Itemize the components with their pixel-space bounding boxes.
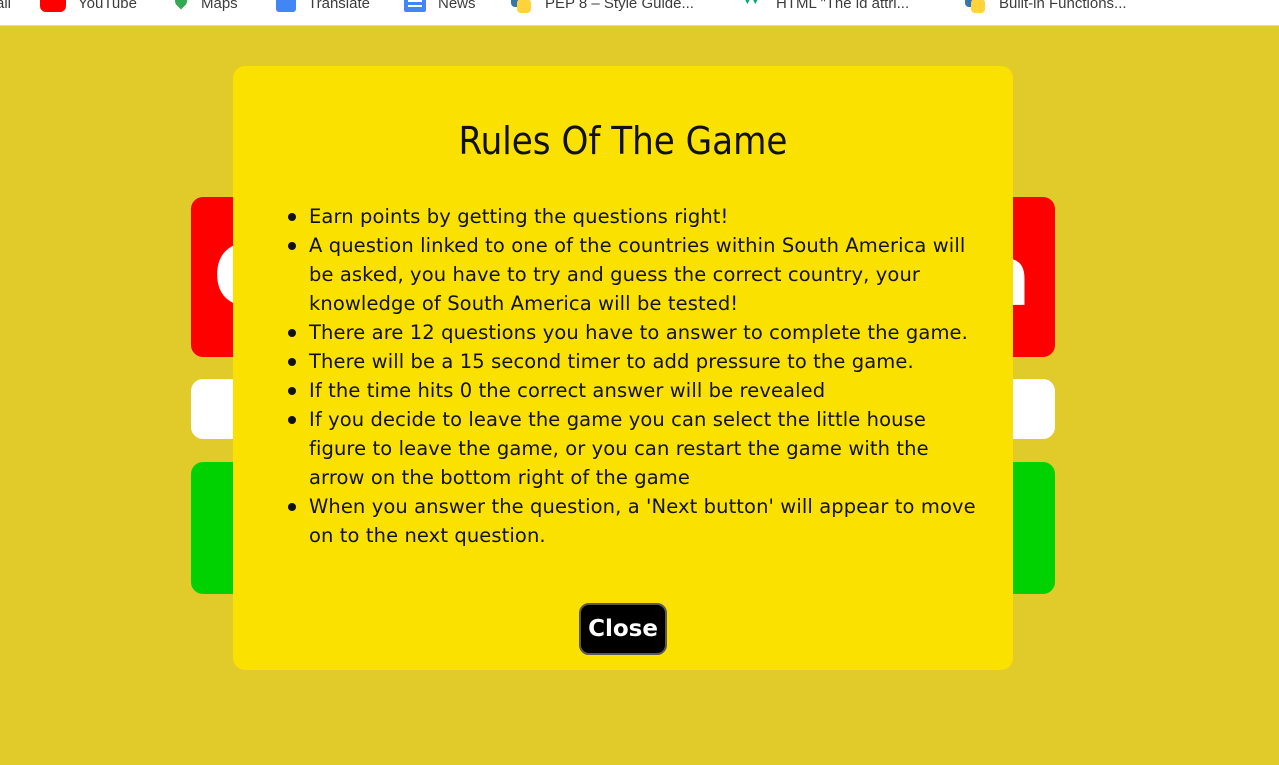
bookmark-label: PEP 8 – Style Guide... <box>545 0 694 12</box>
rule-item: There are 12 questions you have to answe… <box>288 318 989 347</box>
modal-title: Rules Of The Game <box>458 119 788 163</box>
python-icon <box>963 0 987 13</box>
maps-icon <box>173 0 189 13</box>
bookmark-news[interactable]: News <box>404 0 476 15</box>
translate-icon <box>276 0 296 12</box>
bookmark-maps[interactable]: Maps <box>173 0 238 15</box>
bookmarks-bar: ail YouTube Maps Translate News PEP 8 – … <box>0 0 1279 26</box>
bookmark-label: HTML "The id attri... <box>776 0 910 12</box>
rules-modal: Rules Of The Game Earn points by getting… <box>233 66 1013 670</box>
bookmark-gmail[interactable]: ail <box>0 0 11 15</box>
rules-list: Earn points by getting the questions rig… <box>288 202 989 550</box>
rule-item: If the time hits 0 the correct answer wi… <box>288 376 989 405</box>
bookmark-youtube[interactable]: YouTube <box>40 0 137 15</box>
youtube-icon <box>40 0 66 12</box>
close-button[interactable]: Close <box>579 603 667 655</box>
bookmark-builtin-functions[interactable]: Built-in Functions... <box>963 0 1127 15</box>
rule-item: Earn points by getting the questions rig… <box>288 202 989 231</box>
bookmark-label: YouTube <box>78 0 137 12</box>
bookmark-pep8[interactable]: PEP 8 – Style Guide... <box>509 0 694 15</box>
bookmark-html-id[interactable]: HTML "The id attri... <box>742 0 909 15</box>
news-icon <box>404 0 426 12</box>
rule-item: A question linked to one of the countrie… <box>288 231 989 318</box>
bookmark-label: News <box>438 0 476 12</box>
w3schools-icon <box>742 0 764 13</box>
python-icon <box>509 0 533 13</box>
rule-item: When you answer the question, a 'Next bu… <box>288 492 989 550</box>
bookmark-label: Built-in Functions... <box>999 0 1127 12</box>
bookmark-label: ail <box>0 0 12 12</box>
rule-item: There will be a 15 second timer to add p… <box>288 347 989 376</box>
bookmark-label: Maps <box>201 0 238 12</box>
rule-item: If you decide to leave the game you can … <box>288 405 989 492</box>
bookmark-label: Translate <box>308 0 370 12</box>
bookmark-translate[interactable]: Translate <box>276 0 370 15</box>
